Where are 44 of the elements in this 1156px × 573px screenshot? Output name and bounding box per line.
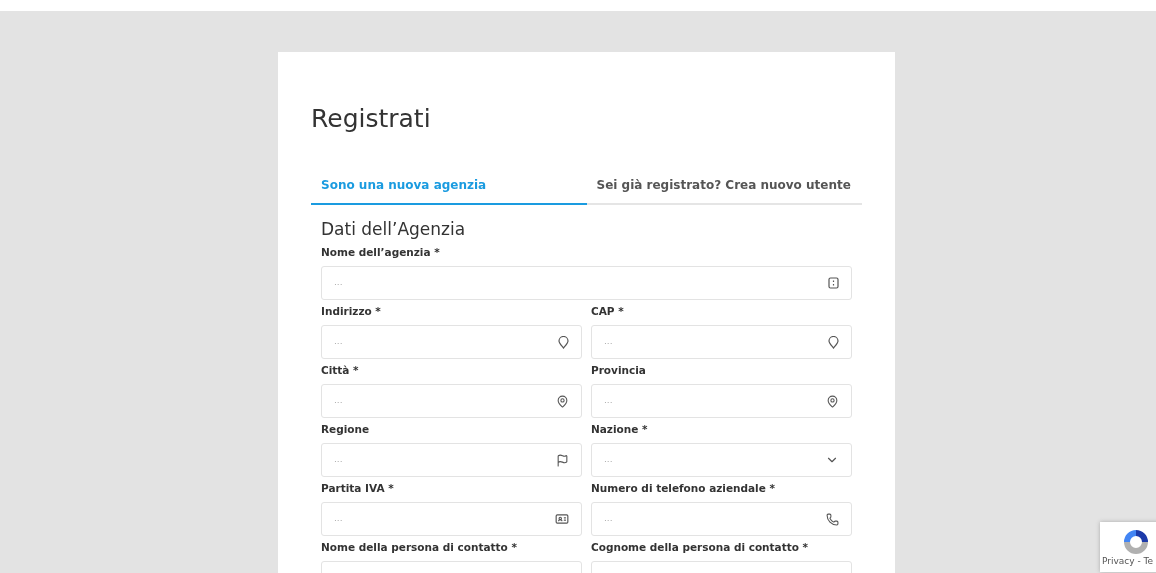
placeholder-text: ... — [604, 394, 613, 408]
field-label: Provincia — [591, 363, 647, 377]
input-field[interactable]: ... — [321, 384, 582, 418]
field-label: Regione — [321, 422, 371, 436]
map-pin-icon — [826, 394, 839, 408]
placeholder-text: ... — [604, 453, 613, 467]
map-pin-icon — [828, 335, 839, 349]
input-field[interactable]: ... — [321, 266, 852, 300]
select-field[interactable]: ... — [591, 443, 852, 477]
recaptcha-badge[interactable]: Privacy - Te — [1100, 522, 1156, 572]
placeholder-text: ... — [334, 394, 343, 408]
privacy-terms-text[interactable]: Privacy - Te — [1102, 556, 1154, 567]
field-label: Nazione * — [591, 422, 649, 436]
field-label: CAP * — [591, 304, 625, 318]
input-field[interactable]: ... — [591, 325, 852, 359]
section-title: Dati dell’Agenzia — [321, 218, 467, 241]
input-field[interactable]: ... — [591, 502, 852, 536]
field-label: Partita IVA * — [321, 481, 395, 495]
map-pin-icon — [558, 335, 569, 349]
flag-icon — [556, 453, 569, 467]
recaptcha-logo-icon — [1122, 528, 1150, 556]
field-label: Indirizzo * — [321, 304, 382, 318]
tag-icon — [828, 277, 839, 289]
input-field[interactable]: ... — [591, 384, 852, 418]
tab[interactable]: Sono una nuova agenzia — [311, 176, 587, 205]
field-label: Nome dell’agenzia * — [321, 245, 441, 259]
placeholder-text: ... — [334, 276, 343, 290]
input-field[interactable]: ... — [321, 443, 582, 477]
field-label: Nome della persona di contatto * — [321, 540, 518, 554]
input-field[interactable]: ... — [321, 325, 582, 359]
input-field[interactable]: ... — [321, 502, 582, 536]
field-label: Cognome della persona di contatto * — [591, 540, 810, 554]
id-card-icon — [555, 512, 569, 526]
placeholder-text: ... — [604, 512, 613, 526]
field-label: Città * — [321, 363, 360, 377]
field-label: Numero di telefono aziendale * — [591, 481, 776, 495]
placeholder-text: ... — [334, 512, 343, 526]
tab[interactable]: Sei già registrato? Crea nuovo utente — [586, 176, 862, 205]
placeholder-text: ... — [334, 335, 343, 349]
placeholder-text: ... — [604, 335, 613, 349]
page-title: Registrati — [311, 103, 432, 135]
placeholder-text: ... — [334, 453, 343, 467]
map-pin-icon — [556, 394, 569, 408]
phone-icon — [826, 512, 839, 526]
